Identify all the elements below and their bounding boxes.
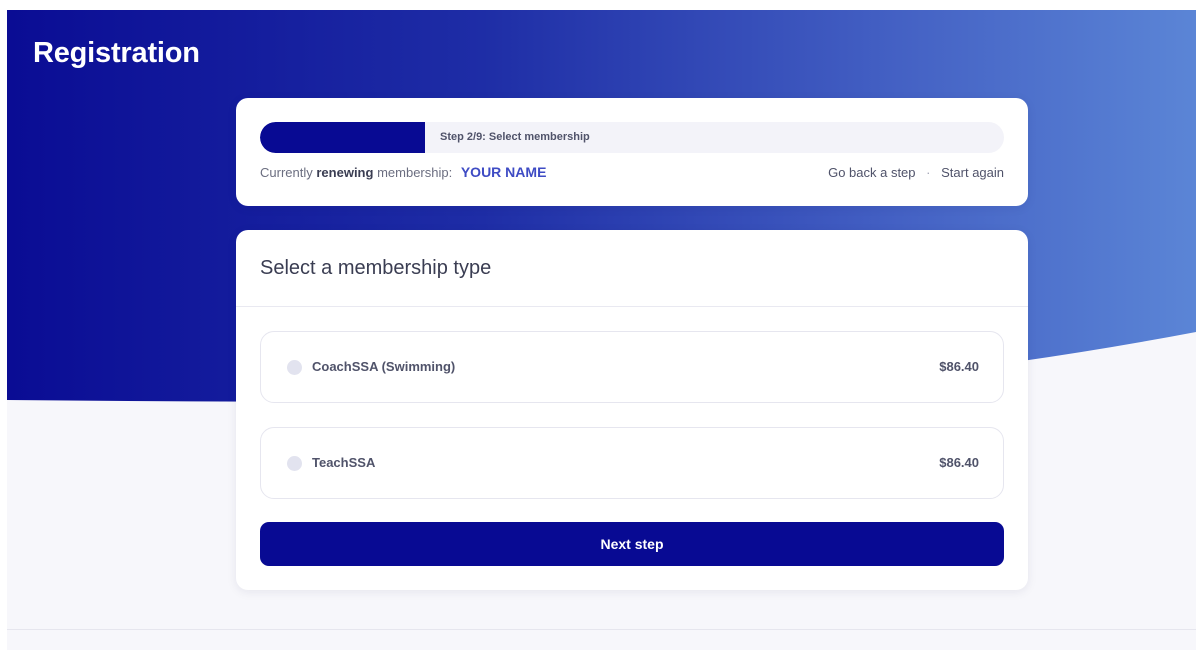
go-back-link[interactable]: Go back a step (828, 165, 915, 180)
radio-button[interactable] (287, 456, 302, 471)
page: Registration Step 2/9: Select membership… (0, 0, 1196, 650)
page-title: Registration (33, 37, 200, 69)
start-again-link[interactable]: Start again (941, 165, 1004, 180)
next-step-button[interactable]: Next step (260, 522, 1004, 566)
renewal-status: Currently renewing membership: YOUR NAME (260, 164, 546, 180)
status-action: renewing (316, 165, 374, 180)
footer-divider (7, 629, 1196, 630)
link-separator: · (926, 165, 931, 180)
status-prefix: Currently (260, 165, 313, 180)
status-suffix: membership: (377, 165, 453, 180)
membership-card: Select a membership type CoachSSA (Swimm… (236, 230, 1028, 590)
option-label: TeachSSA (312, 455, 376, 470)
progress-card: Step 2/9: Select membership Currently re… (236, 98, 1028, 206)
option-price: $86.40 (939, 359, 979, 374)
membership-heading: Select a membership type (260, 257, 492, 279)
registration-canvas: Registration Step 2/9: Select membership… (7, 10, 1196, 650)
member-name: YOUR NAME (460, 164, 547, 180)
progress-fill (260, 122, 426, 153)
progress-bar: Step 2/9: Select membership (260, 122, 1004, 153)
radio-button[interactable] (287, 360, 302, 375)
option-price: $86.40 (939, 455, 979, 470)
membership-option-coachssa[interactable]: CoachSSA (Swimming) $86.40 (260, 331, 1004, 403)
membership-option-teachssa[interactable]: TeachSSA $86.40 (260, 427, 1004, 499)
progress-step-label: Step 2/9: Select membership (440, 131, 590, 143)
step-navigation: Go back a step · Start again (828, 165, 1004, 180)
option-label: CoachSSA (Swimming) (312, 359, 456, 374)
membership-card-header: Select a membership type (236, 230, 1028, 307)
